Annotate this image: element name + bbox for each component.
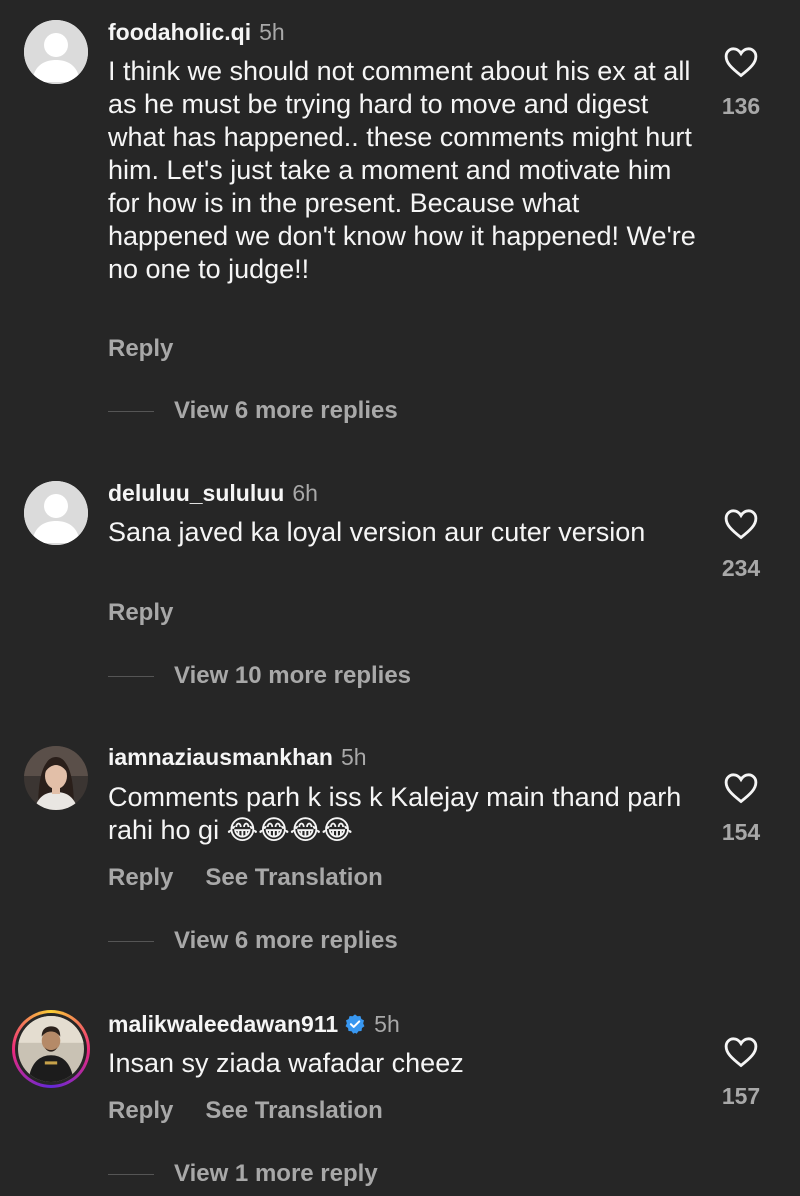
view-replies-label: View 1 more reply	[174, 1160, 378, 1187]
heart-icon[interactable]	[724, 1036, 758, 1068]
comment-header: iamnaziausmankhan 5h	[108, 742, 367, 772]
like-count: 154	[721, 819, 761, 845]
replies-divider	[108, 676, 154, 678]
avatar[interactable]	[12, 1010, 90, 1088]
view-replies-button[interactable]: View 10 more replies	[108, 661, 411, 691]
reply-button[interactable]: Reply	[108, 599, 173, 626]
timestamp: 5h	[340, 744, 367, 770]
reply-button[interactable]: Reply	[108, 1097, 173, 1124]
username[interactable]: foodaholic.qi	[108, 19, 251, 45]
story-ring	[15, 1013, 87, 1085]
comment-actions: Reply See Translation	[108, 1096, 383, 1126]
heart-icon[interactable]	[724, 772, 758, 804]
see-translation-button[interactable]: See Translation	[205, 1097, 382, 1124]
verified-badge-icon	[345, 1014, 365, 1034]
comment-text: Comments parh k iss k Kalejay main thand…	[108, 782, 682, 845]
avatar[interactable]	[24, 20, 88, 84]
default-avatar-icon	[24, 481, 88, 545]
comment-header: foodaholic.qi 5h	[108, 17, 285, 47]
replies-divider	[108, 1174, 154, 1176]
profile-photo	[18, 1016, 84, 1082]
view-replies-button[interactable]: View 6 more replies	[108, 926, 398, 956]
like-count: 157	[721, 1083, 761, 1109]
reply-button[interactable]: Reply	[108, 864, 173, 891]
default-avatar-icon	[24, 20, 88, 84]
timestamp: 5h	[259, 19, 285, 45]
comment-header: malikwaleedawan911 5h	[108, 1009, 400, 1039]
like-control: 157	[706, 1036, 776, 1110]
view-replies-label: View 10 more replies	[174, 662, 412, 689]
like-control: 234	[706, 508, 776, 582]
like-count: 234	[721, 555, 761, 581]
view-replies-button[interactable]: View 6 more replies	[108, 396, 398, 426]
comment-text: I think we should not comment about his …	[108, 56, 696, 284]
story-ring-profile-photo	[18, 1016, 84, 1082]
comment-text: Sana javed ka loyal version aur cuter ve…	[108, 517, 646, 547]
reply-button[interactable]: Reply	[108, 335, 173, 362]
timestamp: 6h	[292, 480, 318, 506]
like-control: 154	[706, 772, 776, 846]
comment-actions: Reply	[108, 598, 173, 628]
like-count: 136	[721, 93, 761, 119]
heart-icon[interactable]	[724, 46, 758, 78]
see-translation-button[interactable]: See Translation	[205, 864, 382, 891]
comment-text: Insan sy ziada wafadar cheez	[108, 1048, 464, 1078]
view-replies-label: View 6 more replies	[174, 927, 398, 954]
timestamp: 5h	[374, 1011, 400, 1037]
comment-actions: Reply	[108, 334, 173, 364]
view-replies-label: View 6 more replies	[174, 397, 398, 424]
replies-divider	[108, 941, 154, 943]
username[interactable]: malikwaleedawan911	[108, 1011, 338, 1037]
view-replies-button[interactable]: View 1 more reply	[108, 1159, 378, 1189]
avatar[interactable]	[24, 746, 88, 810]
like-control: 136	[706, 46, 776, 120]
heart-icon[interactable]	[724, 508, 758, 540]
avatar[interactable]	[24, 481, 88, 545]
replies-divider	[108, 411, 154, 413]
username[interactable]: iamnaziausmankhan	[108, 744, 333, 770]
comment-actions: Reply See Translation	[108, 863, 383, 893]
profile-photo	[24, 746, 88, 810]
comment-header: deluluu_sululuu 6h	[108, 478, 318, 508]
username[interactable]: deluluu_sululuu	[108, 480, 284, 506]
